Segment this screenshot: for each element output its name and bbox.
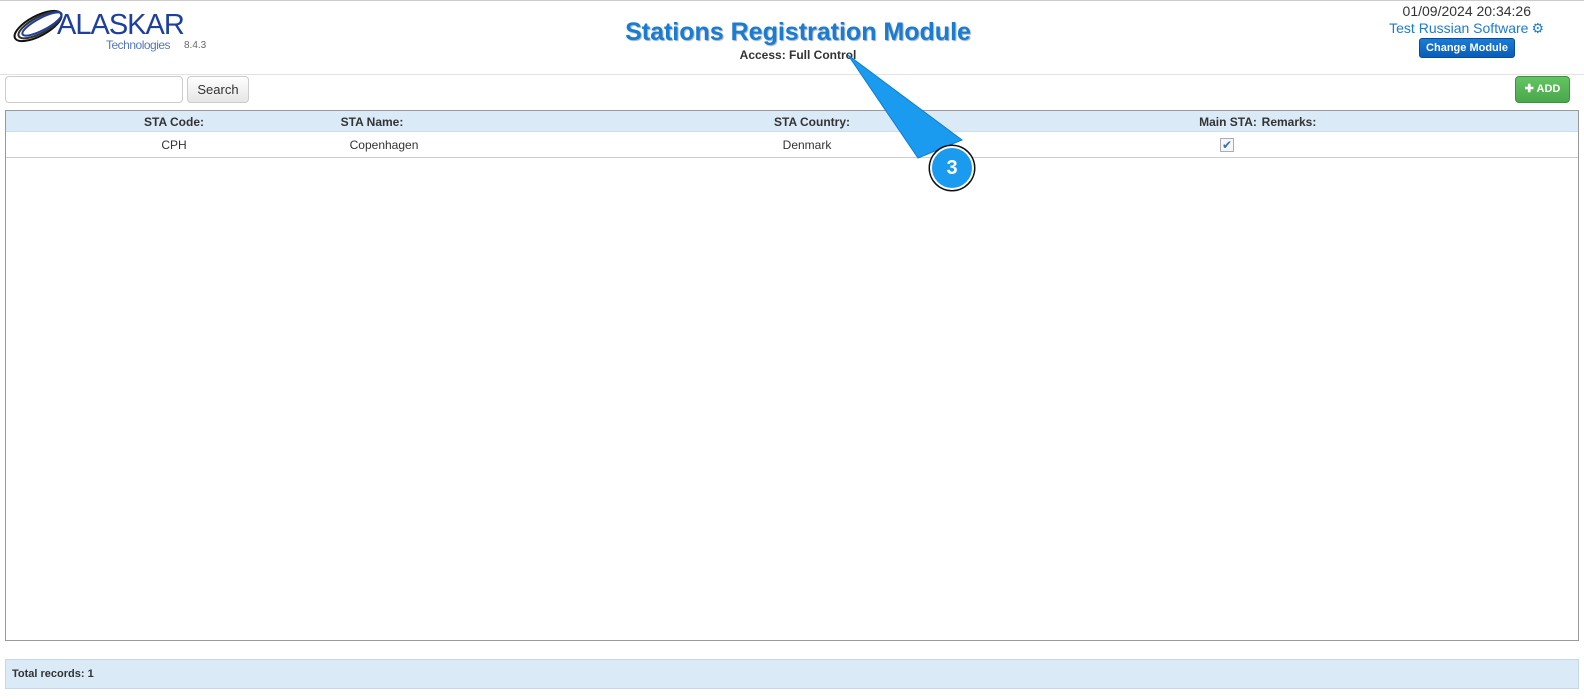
annotation-pointer [847,54,964,159]
annotation-badge: 3 [930,146,974,190]
